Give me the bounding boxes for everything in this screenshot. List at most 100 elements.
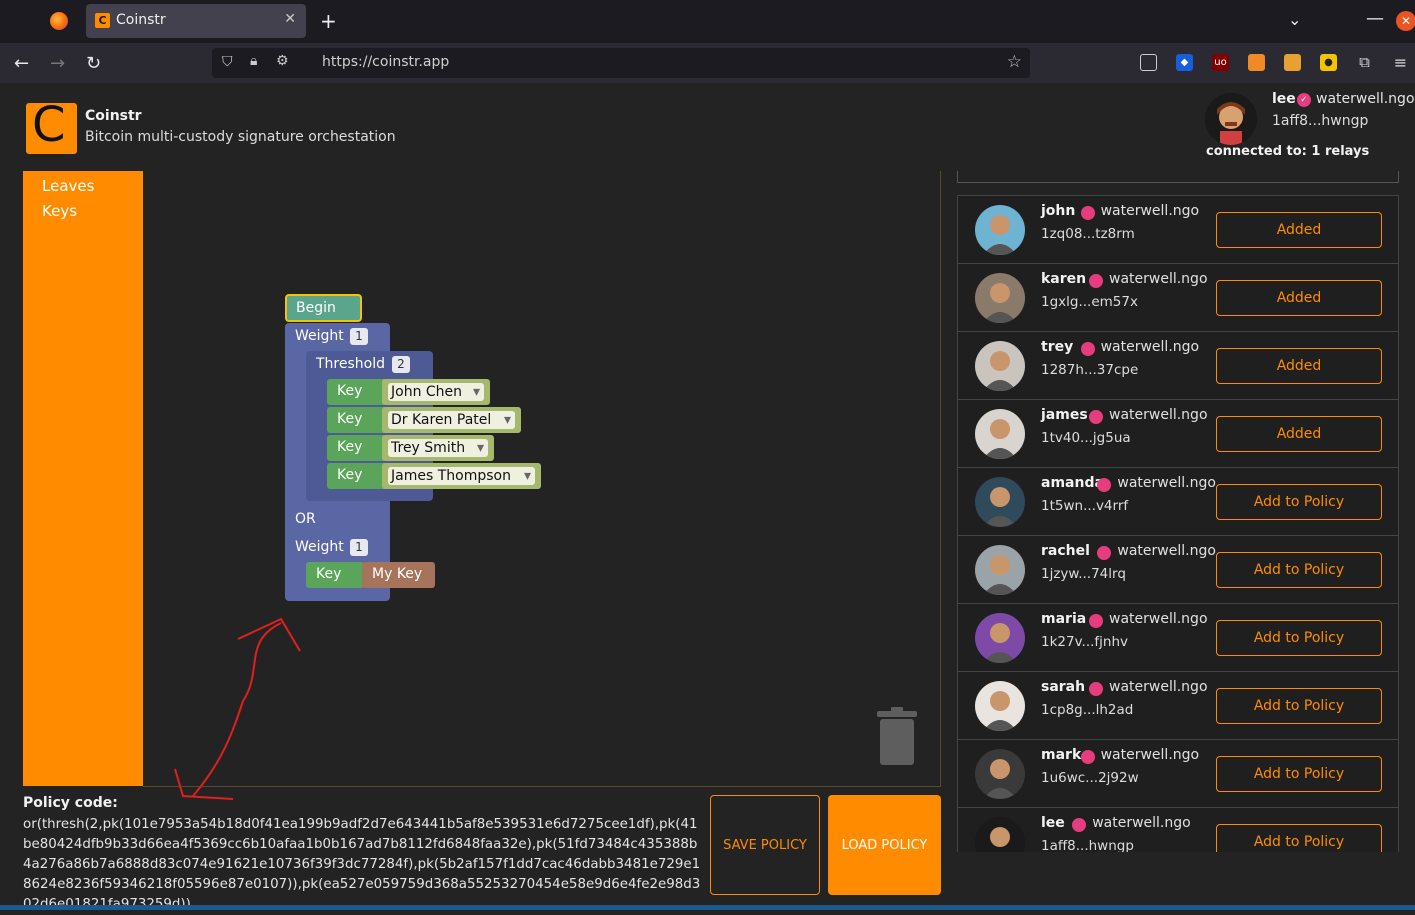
url-bar[interactable]: ⛉ 🔒︎ ⚙ https://coinstr.app ☆	[212, 48, 1030, 78]
extensions-puzzle-icon[interactable]: ⧉	[1356, 54, 1373, 71]
browser-tab-bar: C Coinstr ✕ + ⌄ — ✕	[0, 0, 1415, 43]
contact-name: trey	[1041, 339, 1074, 355]
key-block[interactable]: Key	[327, 407, 387, 433]
new-tab-icon[interactable]: +	[320, 9, 337, 33]
user-name: lee	[1272, 91, 1296, 107]
contact-name: karen	[1041, 271, 1087, 287]
contact-domain: waterwell.ngo	[1100, 203, 1200, 219]
key-block[interactable]: Key	[327, 435, 387, 461]
contact-row: trey waterwell.ngo 1287h...37cpe Added	[957, 331, 1399, 400]
reload-icon[interactable]: ↻	[86, 53, 101, 74]
added-button[interactable]: Added	[1216, 416, 1382, 452]
dropdown-arrow-icon: ▾	[472, 384, 480, 400]
added-button[interactable]: Added	[1216, 280, 1382, 316]
user-avatar[interactable]	[1205, 93, 1257, 145]
contact-npub: 1gxlg...em57x	[1041, 294, 1138, 310]
contact-npub: 1tv40...jg5ua	[1041, 430, 1131, 446]
toolbox-category-keys[interactable]: Keys	[42, 202, 77, 220]
contact-name: lee	[1041, 815, 1065, 831]
extension-bee-icon[interactable]: ●	[1320, 54, 1337, 71]
add-to-policy-button[interactable]: Add to Policy	[1216, 484, 1382, 520]
add-to-policy-button[interactable]: Add to Policy	[1216, 824, 1382, 852]
forward-icon[interactable]: →	[50, 53, 65, 74]
user-npub: 1aff8...hwngp	[1272, 113, 1369, 129]
contact-row: amanda waterwell.ngo 1t5wn...v4rrf Add to P…	[957, 467, 1399, 536]
permissions-icon[interactable]: ⚙	[276, 53, 289, 69]
app-root: C Coinstr Bitcoin multi-custody signatur…	[0, 83, 1415, 912]
close-window-icon[interactable]: ✕	[1396, 11, 1415, 31]
verified-badge-icon: ✓	[1297, 93, 1311, 107]
contact-row: john waterwell.ngo 1zq08...tz8rm Added	[957, 195, 1399, 264]
contact-key-block[interactable]: Dr Karen Patel ▾	[382, 407, 521, 433]
toolbox-category-leaves[interactable]: Leaves	[42, 177, 94, 195]
weight-value-field[interactable]: 1	[350, 328, 368, 345]
policy-code-label: Policy code:	[23, 795, 118, 811]
contact-name: amanda	[1041, 475, 1104, 491]
lock-icon[interactable]: 🔒︎	[250, 53, 257, 69]
contacts-list[interactable]: john waterwell.ngo 1zq08...tz8rm Added karen…	[957, 171, 1399, 852]
contact-avatar	[975, 409, 1025, 459]
contact-row: maria waterwell.ngo 1k27v...fjnhv Add to Po…	[957, 603, 1399, 672]
back-icon[interactable]: ←	[14, 53, 29, 74]
contact-domain: waterwell.ngo	[1109, 271, 1208, 287]
save-policy-button[interactable]: SAVE POLICY	[710, 795, 820, 895]
policy-code-text: or(thresh(2,pk(101e7953a54b18d0f41ea199b…	[23, 817, 701, 912]
key-block[interactable]: Key	[306, 562, 364, 588]
contact-avatar	[975, 205, 1025, 255]
contact-avatar	[975, 749, 1025, 799]
added-button[interactable]: Added	[1216, 212, 1382, 248]
verified-badge-icon	[1080, 750, 1095, 764]
close-tab-icon[interactable]: ✕	[284, 11, 296, 27]
hamburger-menu-icon[interactable]: ≡	[1392, 54, 1409, 71]
threshold-label: Threshold	[316, 356, 385, 372]
contact-key-block[interactable]: John Chen ▾	[382, 379, 490, 405]
list-tabs-icon[interactable]: ⌄	[1288, 10, 1301, 29]
url-text[interactable]: https://coinstr.app	[322, 54, 449, 70]
contact-avatar	[975, 341, 1025, 391]
my-key-block[interactable]: My Key	[362, 562, 435, 588]
browser-nav-bar: ← → ↻ ⛉ 🔒︎ ⚙ https://coinstr.app ☆ ◆ uo …	[0, 43, 1415, 83]
shield-icon[interactable]: ⛉	[222, 54, 233, 70]
ublock-icon[interactable]: uo	[1212, 54, 1229, 71]
contact-key-block[interactable]: Trey Smith ▾	[382, 435, 494, 461]
contact-name: rachel	[1041, 543, 1090, 559]
or-label: OR	[295, 511, 316, 527]
contact-key-block[interactable]: James Thompson ▾	[382, 463, 541, 489]
dropdown-arrow-icon: ▾	[476, 440, 484, 456]
tab-title: Coinstr	[116, 12, 166, 28]
app-subtitle: Bitcoin multi-custody signature orchesta…	[85, 129, 396, 145]
minimize-icon[interactable]: —	[1366, 8, 1384, 29]
extension-cup-icon[interactable]	[1248, 54, 1265, 71]
pocket-icon[interactable]	[1140, 54, 1157, 71]
added-button[interactable]: Added	[1216, 348, 1382, 384]
verified-badge-icon	[1072, 818, 1087, 832]
browser-tab[interactable]: C Coinstr ✕	[86, 4, 306, 38]
add-to-policy-button[interactable]: Add to Policy	[1216, 552, 1382, 588]
verified-badge-icon	[1080, 206, 1095, 220]
verified-badge-icon	[1097, 478, 1112, 492]
blockly-workspace[interactable]: Begin Weight 1 Threshold 2 Key John Chen…	[143, 171, 941, 800]
contact-domain: waterwell.ngo	[1092, 815, 1191, 831]
contact-avatar	[975, 681, 1025, 731]
begin-label: Begin	[296, 300, 336, 316]
bookmark-star-icon[interactable]: ☆	[1007, 52, 1022, 72]
bitwarden-icon[interactable]: ◆	[1176, 54, 1193, 71]
coinstr-favicon-icon: C	[95, 13, 110, 28]
firefox-icon[interactable]	[50, 12, 68, 30]
trash-icon[interactable]	[875, 707, 919, 769]
key-block[interactable]: Key	[327, 463, 387, 489]
contact-avatar	[975, 477, 1025, 527]
add-to-policy-button[interactable]: Add to Policy	[1216, 620, 1382, 656]
weight-label: Weight	[295, 328, 344, 344]
begin-block[interactable]: Begin	[285, 294, 362, 322]
verified-badge-icon	[1080, 342, 1095, 356]
contact-row: lee waterwell.ngo 1aff8...hwngp Add to Poli…	[957, 807, 1399, 852]
key-block[interactable]: Key	[327, 379, 387, 405]
load-policy-button[interactable]: LOAD POLICY	[828, 795, 941, 895]
add-to-policy-button[interactable]: Add to Policy	[1216, 756, 1382, 792]
weight-value-field[interactable]: 1	[350, 539, 368, 556]
verified-badge-icon	[1089, 682, 1103, 696]
threshold-value-field[interactable]: 2	[392, 356, 410, 373]
extension-fox-icon[interactable]	[1284, 54, 1301, 71]
add-to-policy-button[interactable]: Add to Policy	[1216, 688, 1382, 724]
